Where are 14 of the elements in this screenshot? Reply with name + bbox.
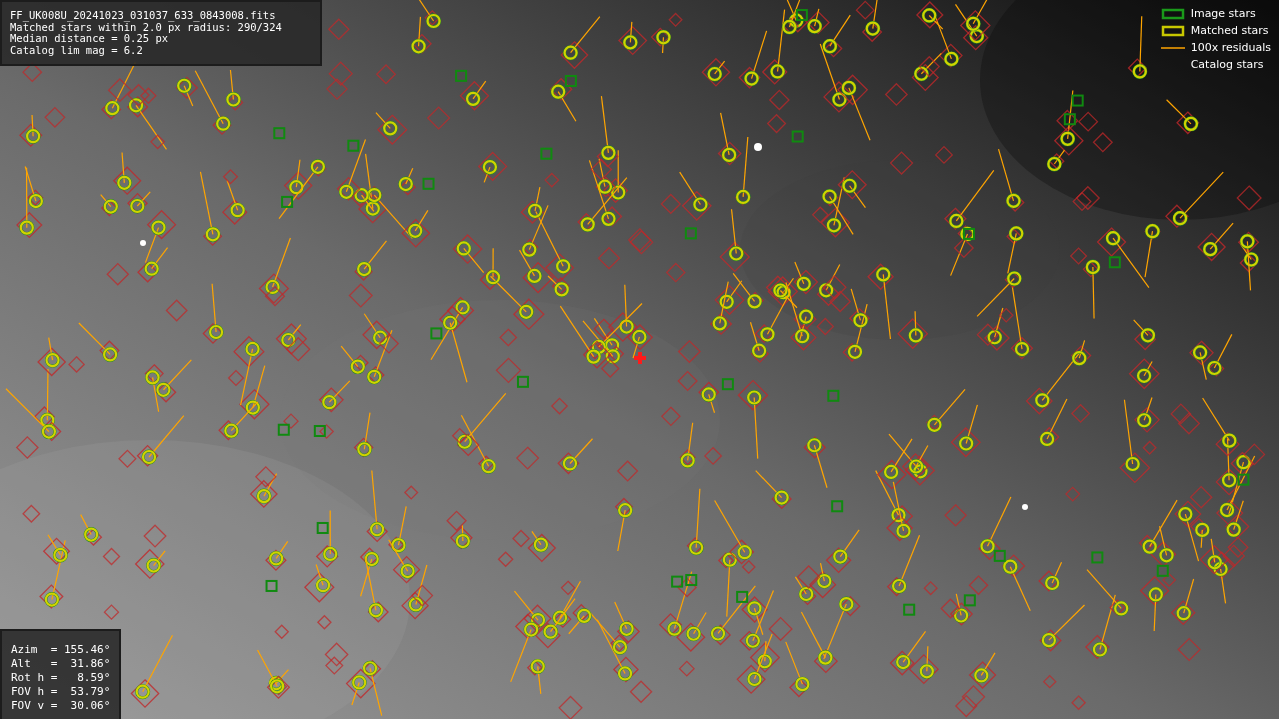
info-text: Catalog lim mag = 6.2	[10, 44, 144, 56]
info-text: Rot h = 8.59°	[11, 671, 112, 685]
info-text: Azim = 155.46°	[11, 643, 112, 657]
info-text: FF_UK008U_20241023_031037_633_0843008.fits	[10, 10, 277, 22]
legend-label: Catalog stars	[1190, 58, 1264, 71]
info-text: FOV v = 30.06°	[11, 699, 112, 713]
info-text: Median distance = 0.25 px	[10, 33, 169, 45]
legend-label: 100x residuals	[1190, 41, 1271, 54]
legend-label: Image stars	[1190, 7, 1256, 20]
legend-label: Matched stars	[1190, 24, 1269, 37]
info-text: Matched stars within 2.0 px radius: 290/324	[10, 21, 283, 33]
info-text: Alt = 31.86°	[11, 657, 112, 671]
cross-icon	[634, 352, 646, 364]
info-text: FOV h = 53.79°	[11, 685, 112, 699]
